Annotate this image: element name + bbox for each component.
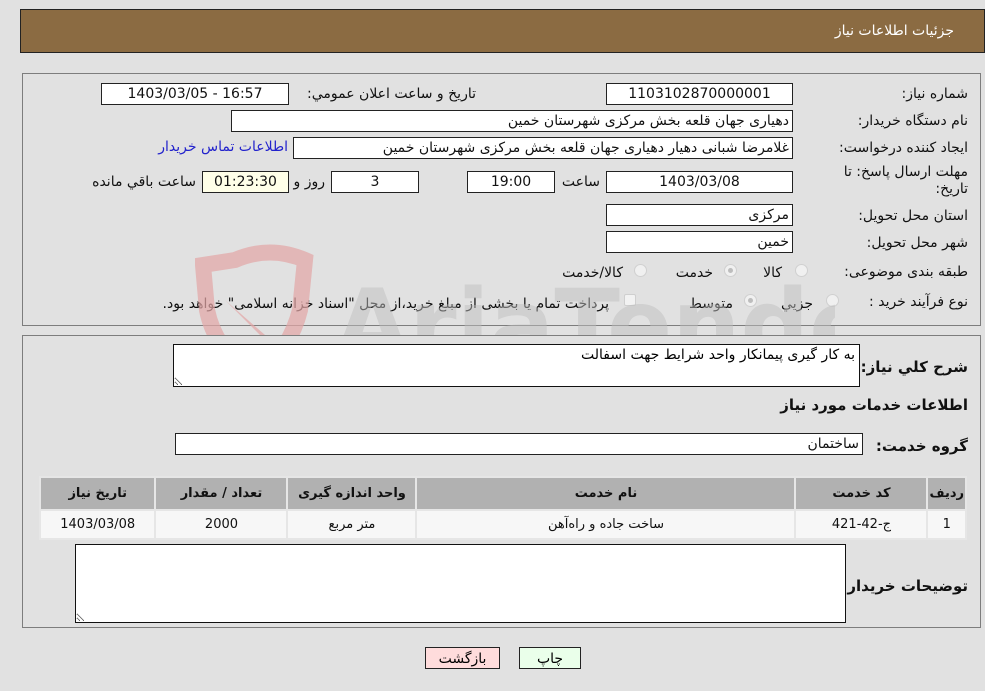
need-number-field[interactable]: 1103102870000001	[606, 83, 793, 105]
col-quantity: تعداد / مقدار	[154, 476, 289, 511]
services-table: رديف کد خدمت نام خدمت واحد اندازه گيری ت…	[38, 476, 967, 540]
table-row: 1 ج-42-421 ساخت جاده و راه‌آهن متر مربع …	[38, 509, 967, 540]
service-group-label: گروه خدمت:	[875, 437, 968, 455]
requester-field[interactable]: غلامرضا شبانی دهیار دهیاری جهان قلعه بخش…	[293, 137, 793, 159]
purchase-radio-medium[interactable]	[744, 294, 757, 307]
page-header: جزئیات اطلاعات نیاز	[20, 9, 985, 53]
cell-need-date: 1403/03/08	[38, 509, 157, 540]
col-service-name: نام خدمت	[415, 476, 797, 511]
deadline-time-field[interactable]: 19:00	[467, 171, 555, 193]
city-label: شهر محل تحویل:	[866, 235, 968, 251]
cell-service-name: ساخت جاده و راه‌آهن	[415, 509, 797, 540]
print-button[interactable]: چاپ	[519, 647, 581, 669]
table-header-row: رديف کد خدمت نام خدمت واحد اندازه گيری ت…	[38, 476, 967, 511]
treasury-checkbox[interactable]	[624, 294, 636, 306]
announce-datetime-field[interactable]: 1403/03/05 - 16:57	[101, 83, 289, 105]
need-number-label: شماره نیاز:	[901, 86, 969, 102]
cell-quantity: 2000	[154, 509, 289, 540]
buyer-notes-label: توضیحات خریدار:	[841, 577, 968, 595]
services-heading: اطلاعات خدمات مورد نياز	[780, 396, 968, 414]
time-remaining-label: ساعت باقي مانده	[92, 174, 196, 190]
days-remaining-field[interactable]: 3	[331, 171, 419, 193]
category-label: طبقه بندی موضوعی:	[844, 264, 968, 280]
category-radio-service[interactable]	[724, 264, 737, 277]
col-service-code: کد خدمت	[794, 476, 929, 511]
cell-service-code: ج-42-421	[794, 509, 929, 540]
description-label: شرح کلي نياز:	[860, 358, 968, 376]
buyer-notes-textarea[interactable]	[75, 544, 846, 623]
category-option-goods: کالا	[763, 265, 782, 281]
cell-row-number: 1	[926, 509, 967, 540]
purchase-option-medium: متوسط	[689, 296, 733, 312]
col-row-number: رديف	[926, 476, 967, 511]
cell-unit: متر مربع	[286, 509, 418, 540]
category-option-service: خدمت	[675, 265, 713, 281]
service-group-field[interactable]: ساختمان	[175, 433, 863, 455]
purchase-radio-minor[interactable]	[826, 294, 839, 307]
back-button[interactable]: بازگشت	[425, 647, 500, 669]
category-radio-goods-service[interactable]	[634, 264, 647, 277]
buyer-contact-link[interactable]: اطلاعات تماس خریدار	[158, 139, 288, 155]
category-option-goods-service: کالا/خدمت	[562, 265, 623, 281]
category-radio-goods[interactable]	[795, 264, 808, 277]
deadline-date-field[interactable]: 1403/03/08	[606, 171, 793, 193]
province-field[interactable]: مرکزی	[606, 204, 793, 226]
province-label: استان محل تحویل:	[858, 208, 968, 224]
purchase-type-label: نوع فرآيند خريد :	[869, 294, 968, 310]
announce-datetime-label: تاریخ و ساعت اعلان عمومي:	[307, 86, 476, 102]
buyer-org-field[interactable]: دهیاری جهان قلعه بخش مرکزی شهرستان خمین	[231, 110, 793, 132]
treasury-checkbox-label: پرداخت تمام یا بخشی از مبلغ خرید،از محل …	[162, 296, 609, 312]
days-label: روز و	[293, 174, 326, 190]
page-title: جزئیات اطلاعات نیاز	[834, 23, 954, 39]
buyer-org-label: نام دستگاه خريدار:	[857, 113, 968, 129]
deadline-label: مهلت ارسال پاسخ: تا تاریخ:	[843, 164, 968, 197]
col-need-date: تاريخ نياز	[38, 476, 157, 511]
time-remaining-field: 01:23:30	[202, 171, 289, 193]
deadline-time-label: ساعت	[561, 174, 600, 190]
city-field[interactable]: خمین	[606, 231, 793, 253]
purchase-option-minor: جزيي	[781, 296, 813, 312]
description-textarea[interactable]: به کار گیری پیمانکار واحد شرایط جهت اسفا…	[173, 344, 860, 387]
col-unit: واحد اندازه گيری	[286, 476, 418, 511]
requester-label: ایجاد کننده درخواست:	[839, 140, 968, 156]
